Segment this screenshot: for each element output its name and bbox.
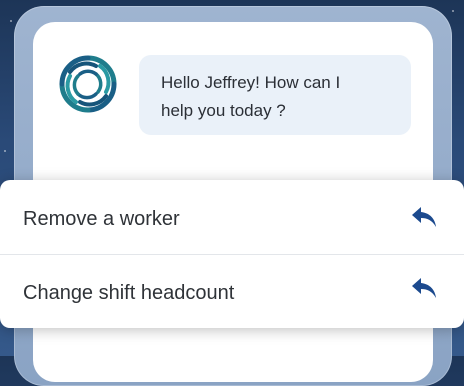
assistant-message-line-2: help you today ?	[161, 101, 286, 120]
reply-arrow-icon	[412, 278, 436, 298]
quick-action-menu: Remove a worker Change shift headcount	[0, 180, 464, 328]
action-change-shift-headcount[interactable]: Change shift headcount	[0, 254, 464, 328]
action-remove-worker-label: Remove a worker	[23, 208, 180, 230]
assistant-message-line-1: Hello Jeffrey! How can I	[161, 73, 341, 92]
assistant-logo-icon	[59, 55, 117, 113]
action-change-shift-headcount-label: Change shift headcount	[23, 282, 235, 304]
reply-arrow-icon	[412, 207, 436, 227]
action-remove-worker[interactable]: Remove a worker	[0, 180, 464, 255]
background-star	[10, 20, 12, 22]
background-star	[452, 10, 454, 12]
assistant-message-bubble: Hello Jeffrey! How can I help you today …	[139, 55, 411, 135]
background-star	[4, 150, 6, 152]
